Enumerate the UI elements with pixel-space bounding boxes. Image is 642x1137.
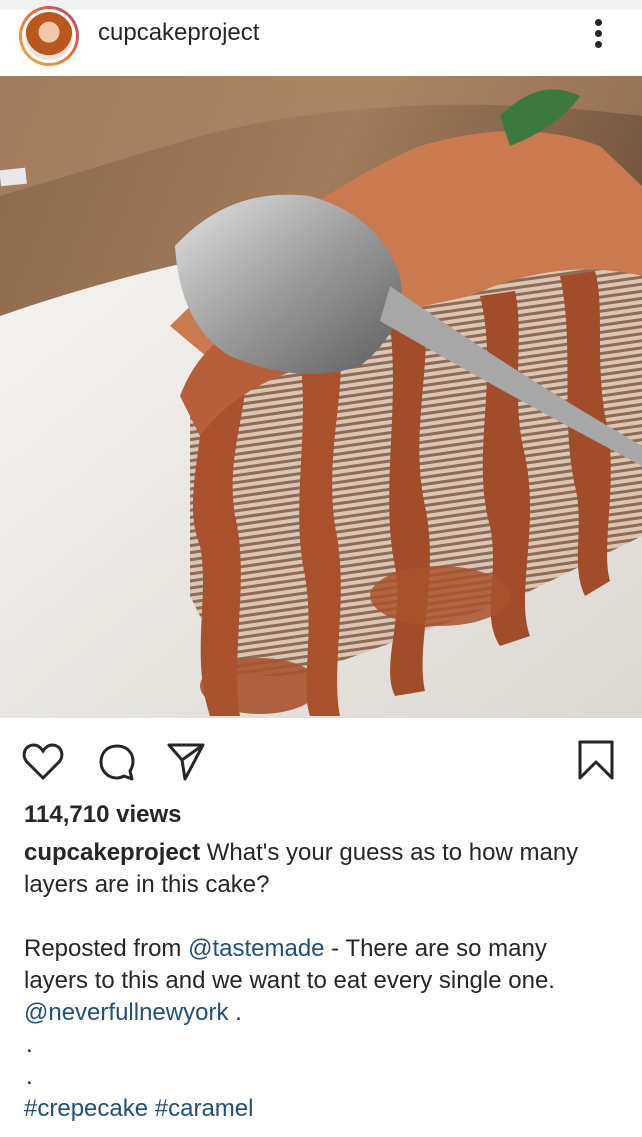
mention-link[interactable]: @tastemade xyxy=(188,935,324,962)
heart-icon[interactable] xyxy=(22,742,64,782)
comment-icon[interactable] xyxy=(97,742,137,782)
post-action-bar xyxy=(0,722,642,794)
repost-text-line2: layers to this and we want to eat every … xyxy=(24,967,555,994)
send-icon[interactable] xyxy=(165,740,207,782)
bookmark-icon[interactable] xyxy=(576,738,616,782)
status-bar xyxy=(0,0,642,10)
hashtag-link[interactable]: #caramel xyxy=(155,1095,254,1122)
repost-prefix: Reposted from xyxy=(24,935,189,962)
mention-suffix: . xyxy=(228,999,242,1026)
view-count[interactable]: 114,710 views xyxy=(24,801,181,829)
avatar-photo xyxy=(25,12,73,60)
caption-username[interactable]: cupcakeproject xyxy=(24,839,200,866)
crepe-cake-image xyxy=(0,76,642,718)
hashtag-link[interactable]: #crepecake xyxy=(24,1095,148,1122)
post-username[interactable]: cupcakeproject xyxy=(98,19,259,47)
repost-text: - There are so many xyxy=(324,935,547,962)
post-caption: cupcakeproject What's your guess as to h… xyxy=(24,837,624,1125)
caption-text: What's your guess as to how many xyxy=(206,839,579,866)
caption-text-line2: layers are in this cake? xyxy=(24,871,270,898)
caption-dot: . xyxy=(26,1031,33,1058)
more-vertical-icon[interactable] xyxy=(586,15,610,55)
avatar-frame xyxy=(22,9,76,63)
post-image[interactable] xyxy=(0,76,642,718)
mention-link[interactable]: @neverfullnewyork xyxy=(24,999,228,1026)
avatar[interactable] xyxy=(19,6,79,66)
post-header: cupcakeproject xyxy=(0,6,642,76)
caption-dot: . xyxy=(26,1063,33,1090)
